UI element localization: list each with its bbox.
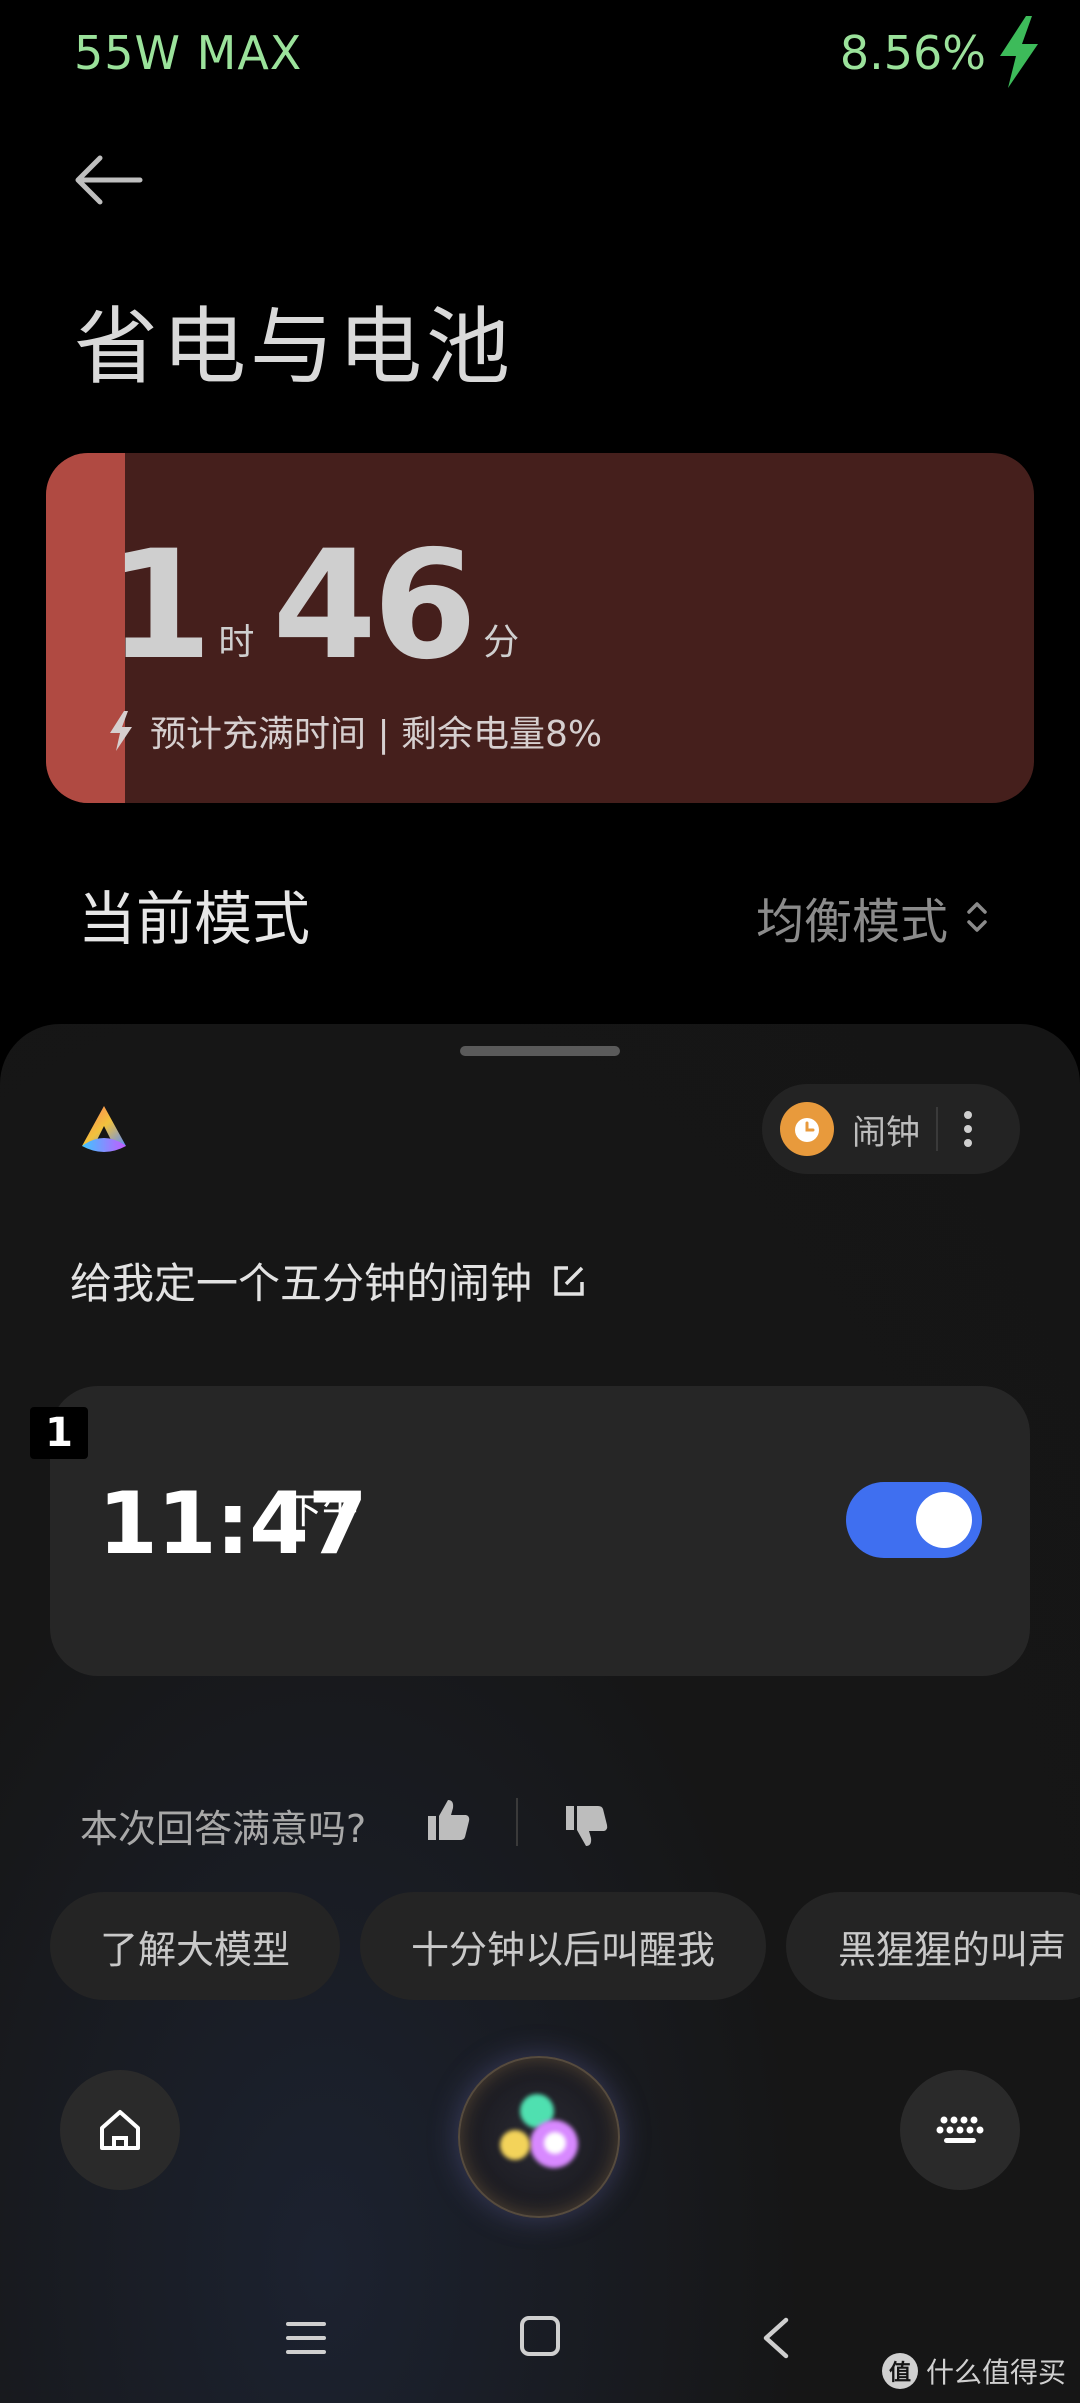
back-arrow-icon[interactable] — [68, 148, 148, 212]
battery-status-card[interactable]: 1 时 46 分 预计充满时间 | 剩余电量8% — [46, 453, 1034, 803]
home-icon — [100, 2110, 140, 2150]
thumbs-up-icon[interactable] — [424, 1796, 472, 1844]
suggestion-chip[interactable]: 黑猩猩的叫声 — [786, 1892, 1080, 2000]
chevron-up-down-icon — [967, 902, 987, 932]
alarm-skill-chip[interactable]: 闹钟 — [762, 1084, 1020, 1174]
mode-selector[interactable]: 均衡模式 — [756, 882, 990, 952]
keyboard-button[interactable] — [900, 2070, 1020, 2190]
drag-handle[interactable] — [460, 1046, 620, 1056]
charging-power-text: 55W MAX — [74, 26, 303, 80]
hours-unit: 时 — [218, 622, 255, 663]
keyboard-icon — [936, 2116, 984, 2143]
assistant-panel: 闹钟 给我定一个五分钟的闹钟 11:47 下午 1 本次回答满意吗? 了解大模型… — [0, 1024, 1080, 2403]
result-index-badge: 1 — [30, 1407, 88, 1459]
minutes-unit: 分 — [483, 622, 520, 663]
charge-subtitle-row: 预计充满时间 | 剩余电量8% — [106, 705, 602, 757]
watermark-text: 什么值得买 — [925, 2356, 1066, 2389]
hours-value: 1 — [108, 519, 212, 693]
nav-home-icon[interactable] — [518, 2314, 562, 2358]
edit-icon[interactable] — [552, 1264, 586, 1298]
feedback-question: 本次回答满意吗? — [80, 1807, 367, 1851]
chip-divider — [936, 1107, 938, 1151]
user-query[interactable]: 给我定一个五分钟的闹钟 — [70, 1250, 586, 1311]
more-options-icon[interactable] — [948, 1099, 988, 1159]
battery-percent-text: 8.56% — [839, 26, 986, 80]
toggle-knob — [916, 1492, 972, 1548]
mode-value-text: 均衡模式 — [755, 894, 948, 950]
home-button[interactable] — [60, 2070, 180, 2190]
alarm-clock-icon — [780, 1102, 834, 1156]
orb-dot — [500, 2130, 530, 2160]
feedback-divider — [516, 1798, 518, 1846]
lightning-bolt-icon — [1000, 16, 1038, 88]
alarm-result-card[interactable]: 11:47 下午 — [50, 1386, 1030, 1676]
thumbs-down-icon[interactable] — [562, 1802, 610, 1850]
alarm-ampm: 下午 — [286, 1491, 359, 1532]
assistant-logo-icon — [82, 1106, 126, 1152]
user-query-text: 给我定一个五分钟的闹钟 — [70, 1259, 533, 1308]
recent-apps-icon[interactable] — [284, 2316, 328, 2360]
charging-bolt-icon — [110, 711, 132, 751]
suggestion-row: 了解大模型 十分钟以后叫醒我 黑猩猩的叫声 — [50, 1892, 1080, 2002]
nav-back-icon[interactable] — [758, 2314, 794, 2362]
page-title: 省电与电池 — [74, 298, 515, 396]
suggestion-chip[interactable]: 了解大模型 — [50, 1892, 340, 2000]
charge-subtitle: 预计充满时间 | 剩余电量8% — [150, 714, 603, 755]
minutes-value: 46 — [272, 519, 477, 693]
watermark: 值 什么值得买 — [881, 2351, 1066, 2391]
battery-settings-screen: 55W MAX 8.56% 省电与电池 1 时 46 分 预计充满时间 | 剩余… — [0, 0, 1080, 2403]
watermark-badge: 值 — [881, 2353, 918, 2389]
alarm-toggle[interactable] — [846, 1482, 982, 1558]
voice-orb[interactable] — [458, 2056, 620, 2218]
charge-time-remaining: 1 时 46 分 — [108, 519, 537, 693]
orb-dot — [544, 2132, 566, 2154]
current-mode-label: 当前模式 — [78, 885, 311, 953]
suggestion-chip[interactable]: 十分钟以后叫醒我 — [360, 1892, 766, 2000]
chip-label: 闹钟 — [852, 1112, 920, 1153]
